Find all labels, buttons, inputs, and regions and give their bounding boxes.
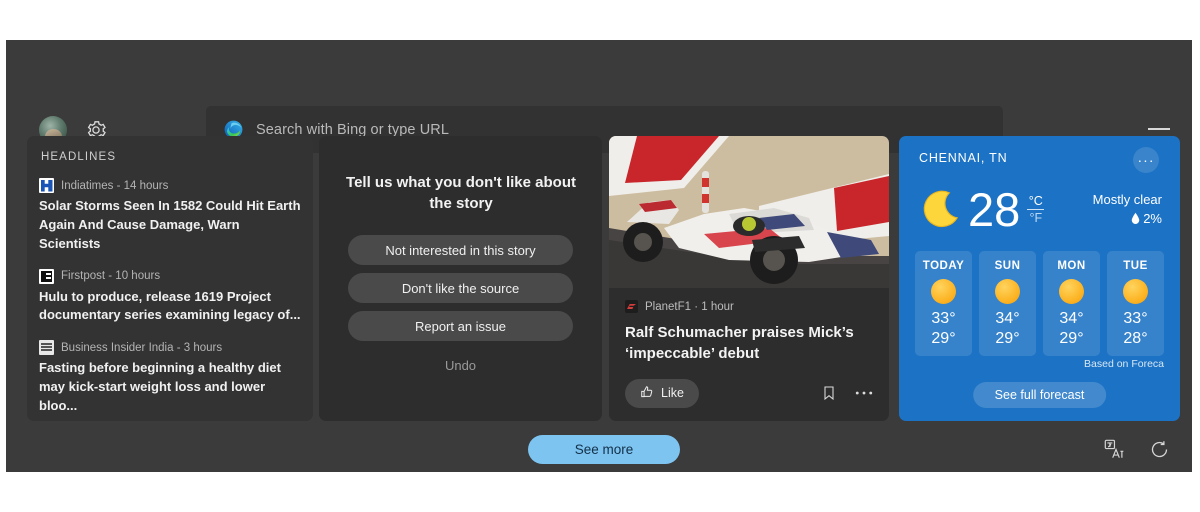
firstpost-favicon-icon: [39, 268, 54, 284]
see-more-button[interactable]: See more: [528, 435, 680, 464]
story-meta: PlanetF1 · 1 hour: [625, 300, 873, 313]
story-actions: Like: [625, 378, 873, 408]
planetf1-favicon-icon: [625, 300, 638, 313]
headline-text: Fasting before beginning a healthy diet …: [39, 360, 281, 413]
story-card: PlanetF1 · 1 hour Ralf Schumacher praise…: [609, 136, 889, 421]
report-issue-button[interactable]: Report an issue: [348, 311, 573, 341]
like-label: Like: [661, 386, 684, 401]
weather-card: CHENNAI, TN ··· 28 °C °F Mostly clear 2%…: [899, 136, 1180, 421]
weather-current: 28 °C °F: [917, 183, 1045, 236]
footer-actions: [1103, 438, 1170, 460]
forecast-day-tue[interactable]: TUE 33° 28°: [1107, 251, 1164, 356]
edge-new-tab-window: Search with Bing or type URL HEADLINES I…: [6, 40, 1192, 472]
feedback-card: Tell us what you don't like about the st…: [319, 136, 602, 421]
list-item[interactable]: Indiatimes - 14 hours Solar Storms Seen …: [39, 178, 301, 254]
headline-meta: Indiatimes - 14 hours: [39, 178, 301, 193]
forecast-high: 34°: [1059, 310, 1084, 327]
content-cards: HEADLINES Indiatimes - 14 hours Solar St…: [6, 136, 1192, 421]
unit-fahrenheit[interactable]: °F: [1029, 210, 1042, 226]
weather-condition: Mostly clear: [1092, 192, 1162, 207]
undo-button[interactable]: Undo: [348, 358, 573, 373]
top-toolbar: Search with Bing or type URL: [6, 40, 1192, 153]
forecast-high: 33°: [931, 310, 956, 327]
forecast-high: 34°: [995, 310, 1020, 327]
more-options-icon[interactable]: [855, 390, 873, 396]
like-button[interactable]: Like: [625, 378, 699, 408]
precipitation-value: 2%: [1143, 211, 1162, 226]
forecast-day-sun[interactable]: SUN 34° 29°: [979, 251, 1036, 356]
forecast-day-mon[interactable]: MON 34° 29°: [1043, 251, 1100, 356]
list-item[interactable]: Firstpost - 10 hours Hulu to produce, re…: [39, 268, 301, 326]
forecast-high: 33°: [1123, 310, 1148, 327]
forecast-low: 29°: [995, 330, 1020, 347]
temperature-units: °C °F: [1027, 193, 1045, 226]
weather-precipitation: 2%: [1093, 211, 1162, 226]
weather-more-icon[interactable]: ···: [1133, 147, 1159, 173]
headline-meta: Business Insider India - 3 hours: [39, 340, 301, 356]
forecast-day-today[interactable]: TODAY 33° 29°: [915, 251, 972, 356]
headlines-card: HEADLINES Indiatimes - 14 hours Solar St…: [27, 136, 313, 421]
business-insider-favicon-icon: [39, 340, 54, 356]
dislike-source-button[interactable]: Don't like the source: [348, 273, 573, 303]
unit-celsius[interactable]: °C: [1029, 193, 1043, 209]
headline-source: Firstpost - 10 hours: [61, 270, 161, 283]
weather-location: CHENNAI, TN: [919, 151, 1008, 165]
sun-icon: [1123, 279, 1148, 304]
footer-bar: See more: [6, 426, 1192, 472]
thumbs-up-icon: [640, 385, 654, 402]
headlines-title: HEADLINES: [41, 151, 117, 163]
feedback-title: Tell us what you don't like about the st…: [346, 174, 576, 213]
story-image[interactable]: [609, 136, 889, 288]
moon-icon: [917, 186, 964, 233]
story-headline: Ralf Schumacher praises Mick’s ‘impeccab…: [625, 324, 854, 363]
weather-credit: Based on Foreca: [1084, 358, 1164, 370]
weather-condition-block: Mostly clear 2%: [1093, 192, 1162, 226]
see-full-forecast-button[interactable]: See full forecast: [972, 382, 1107, 408]
headline-text: Hulu to produce, release 1619 Project do…: [39, 288, 301, 323]
forecast-day-label: MON: [1057, 260, 1086, 272]
headline-meta: Firstpost - 10 hours: [39, 268, 301, 284]
forecast-low: 28°: [1123, 330, 1148, 347]
forecast-day-label: TODAY: [922, 260, 965, 272]
sun-icon: [1059, 279, 1084, 304]
headline-source: Business Insider India - 3 hours: [61, 341, 223, 354]
story-secondary-actions: [821, 384, 873, 402]
not-interested-button[interactable]: Not interested in this story: [348, 235, 573, 265]
forecast-low: 29°: [931, 330, 956, 347]
headline-source: Indiatimes - 14 hours: [61, 179, 169, 192]
indiatimes-favicon-icon: [39, 178, 54, 193]
forecast-day-label: TUE: [1123, 260, 1148, 272]
story-body: PlanetF1 · 1 hour Ralf Schumacher praise…: [609, 288, 889, 408]
forecast-low: 29°: [1059, 330, 1084, 347]
headlines-list: Indiatimes - 14 hours Solar Storms Seen …: [39, 178, 301, 421]
bookmark-icon[interactable]: [821, 384, 837, 402]
forecast-day-label: SUN: [994, 260, 1021, 272]
story-source: PlanetF1 · 1 hour: [645, 300, 734, 313]
list-item[interactable]: Business Insider India - 3 hours Fasting…: [39, 340, 301, 416]
sun-icon: [931, 279, 956, 304]
droplet-icon: [1131, 211, 1144, 226]
translate-icon[interactable]: [1103, 438, 1125, 460]
current-temperature: 28: [968, 183, 1021, 236]
refresh-icon[interactable]: [1149, 438, 1170, 460]
headline-text: Solar Storms Seen In 1582 Could Hit Eart…: [39, 198, 301, 251]
weather-forecast-row: TODAY 33° 29° SUN 34° 29° MON 34° 29° TU…: [915, 251, 1164, 356]
feedback-options: Not interested in this story Don't like …: [348, 235, 573, 373]
sun-icon: [995, 279, 1020, 304]
